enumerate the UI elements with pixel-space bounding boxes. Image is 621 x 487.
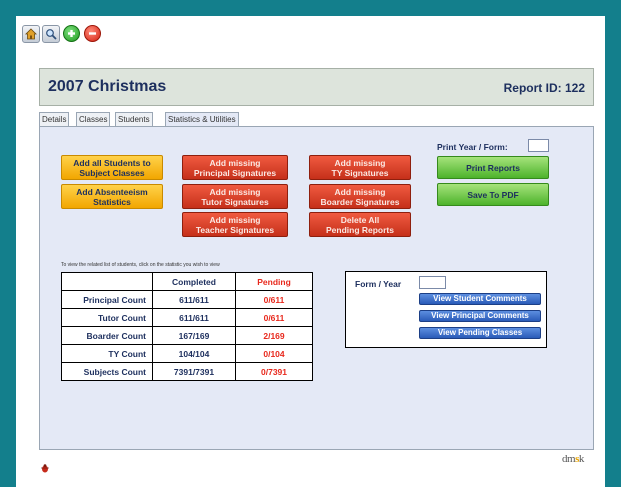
- remove-icon[interactable]: [84, 25, 101, 42]
- button-line: TY Signatures: [331, 167, 389, 178]
- brand-prefix: dm: [562, 453, 576, 465]
- pending-cell[interactable]: 2/169: [235, 326, 313, 345]
- print-year-form-label: Print Year / Form:: [437, 142, 508, 152]
- pending-cell[interactable]: 0/104: [235, 344, 313, 363]
- table-header-row: Completed Pending: [61, 272, 313, 291]
- page-title: 2007 Christmas: [48, 78, 167, 95]
- add-missing-ty-signatures-button[interactable]: Add missing TY Signatures: [309, 155, 411, 180]
- button-line: Pending Reports: [325, 224, 394, 235]
- table-corner: [61, 272, 153, 291]
- table-row: Tutor Count 611/611 0/611: [61, 308, 313, 327]
- bug-icon[interactable]: [41, 458, 49, 473]
- add-absenteeism-button[interactable]: Add Absenteeism Statistics: [61, 184, 163, 209]
- print-reports-button[interactable]: Print Reports: [437, 156, 549, 179]
- view-student-comments-button[interactable]: View Student Comments: [419, 293, 541, 305]
- button-line: Tutor Signatures: [201, 196, 269, 207]
- add-missing-boarder-signatures-button[interactable]: Add missing Boarder Signatures: [309, 184, 411, 209]
- completed-header: Completed: [152, 272, 236, 291]
- button-line: Add Absenteeism: [76, 186, 148, 197]
- report-id: Report ID: 122: [503, 81, 585, 95]
- statistics-table: Completed Pending Principal Count 611/61…: [61, 272, 313, 381]
- button-line: Statistics: [93, 196, 131, 207]
- table-row: Subjects Count 7391/7391 0/7391: [61, 362, 313, 381]
- completed-cell[interactable]: 611/611: [152, 308, 236, 327]
- pending-cell[interactable]: 0/611: [235, 290, 313, 309]
- pending-cell[interactable]: 0/7391: [235, 362, 313, 381]
- row-label: Principal Count: [61, 290, 153, 309]
- row-label: Subjects Count: [61, 362, 153, 381]
- save-to-pdf-button[interactable]: Save To PDF: [437, 183, 549, 206]
- form-year-input[interactable]: [419, 276, 446, 289]
- add-missing-principal-signatures-button[interactable]: Add missing Principal Signatures: [182, 155, 288, 180]
- add-icon[interactable]: [63, 25, 80, 42]
- pending-cell[interactable]: 0/611: [235, 308, 313, 327]
- print-year-form-input[interactable]: [528, 139, 549, 152]
- row-label: Boarder Count: [61, 326, 153, 345]
- completed-cell[interactable]: 7391/7391: [152, 362, 236, 381]
- add-all-students-button[interactable]: Add all Students to Subject Classes: [61, 155, 163, 180]
- button-line: Subject Classes: [79, 167, 145, 178]
- stats-hint: To view the related list of students, cl…: [61, 262, 220, 268]
- delete-all-pending-reports-button[interactable]: Delete All Pending Reports: [309, 212, 411, 237]
- home-icon[interactable]: [22, 25, 40, 43]
- search-icon[interactable]: [42, 25, 60, 43]
- button-line: Add missing: [209, 214, 261, 225]
- table-row: Principal Count 611/611 0/611: [61, 290, 313, 309]
- tab-classes[interactable]: Classes: [76, 112, 111, 127]
- button-line: Delete All: [340, 214, 380, 225]
- completed-cell[interactable]: 104/104: [152, 344, 236, 363]
- completed-cell[interactable]: 167/169: [152, 326, 236, 345]
- row-label: TY Count: [61, 344, 153, 363]
- add-missing-teacher-signatures-button[interactable]: Add missing Teacher Signatures: [182, 212, 288, 237]
- add-missing-tutor-signatures-button[interactable]: Add missing Tutor Signatures: [182, 184, 288, 209]
- table-row: Boarder Count 167/169 2/169: [61, 326, 313, 345]
- button-line: Add missing: [334, 186, 386, 197]
- tab-details[interactable]: Details: [39, 112, 70, 127]
- button-line: Add all Students to: [73, 157, 151, 168]
- report-header: 2007 Christmas Report ID: 122: [39, 68, 594, 106]
- completed-cell[interactable]: 611/611: [152, 290, 236, 309]
- view-pending-classes-button[interactable]: View Pending Classes: [419, 327, 541, 339]
- button-line: Boarder Signatures: [320, 196, 400, 207]
- button-line: Teacher Signatures: [195, 224, 275, 235]
- button-line: Add missing: [209, 186, 261, 197]
- pending-header: Pending: [235, 272, 313, 291]
- button-line: Principal Signatures: [193, 167, 277, 178]
- form-year-label: Form / Year: [355, 279, 402, 289]
- tab-students[interactable]: Students: [115, 112, 153, 127]
- view-principal-comments-button[interactable]: View Principal Comments: [419, 310, 541, 322]
- brand-suffix: k: [578, 453, 585, 465]
- button-line: Add missing: [209, 157, 261, 168]
- table-row: TY Count 104/104 0/104: [61, 344, 313, 363]
- row-label: Tutor Count: [61, 308, 153, 327]
- button-line: Add missing: [334, 157, 386, 168]
- brand-logo: dmsk: [562, 453, 584, 465]
